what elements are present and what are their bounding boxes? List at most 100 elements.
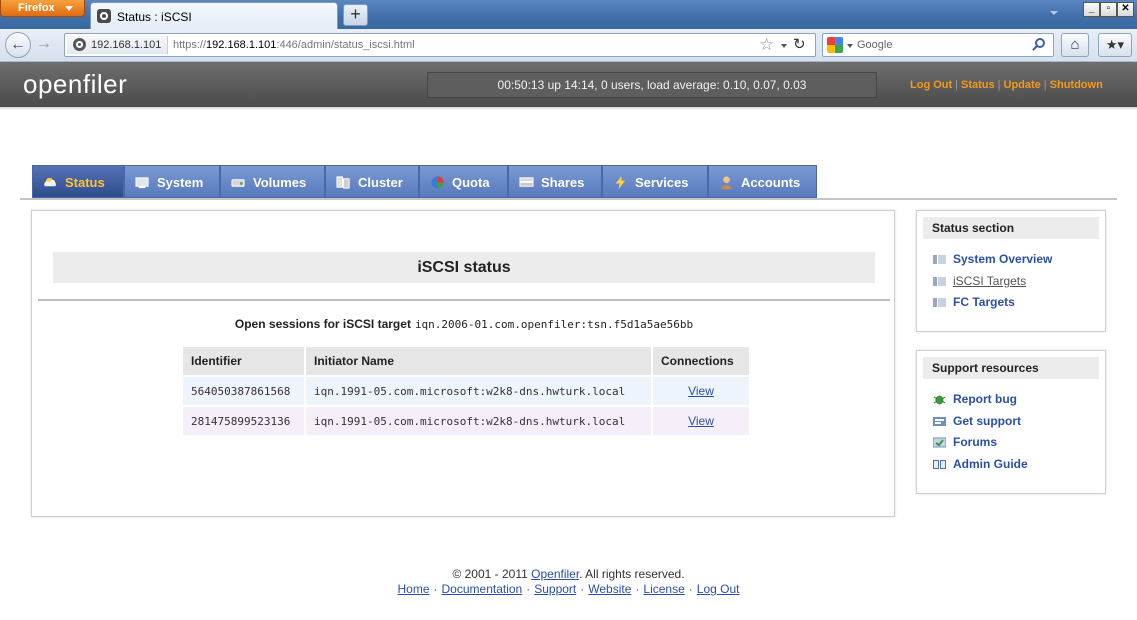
url-path: :446/admin/status_iscsi.html (276, 39, 415, 51)
tab-status[interactable]: Status (32, 165, 124, 198)
main-panel: iSCSI status Open sessions for iSCSI tar… (31, 210, 895, 517)
url-prefix: https:// (173, 39, 207, 51)
tab-accounts-label: Accounts (741, 175, 801, 190)
tab-system[interactable]: System (124, 165, 220, 198)
copyright-prefix: © 2001 - 2011 (452, 567, 528, 581)
url-host: 192.168.1.101 (206, 39, 277, 51)
forward-button[interactable]: → (32, 32, 56, 58)
browser-titlebar: Firefox Status : iSCSI + _ ▫ ✕ (0, 0, 1137, 29)
tab-shares[interactable]: Shares (508, 165, 602, 198)
separator: · (433, 582, 438, 596)
tab-cluster-label: Cluster (358, 175, 403, 190)
view-connections-link[interactable]: View (688, 384, 714, 398)
tab-quota[interactable]: Quota (419, 165, 508, 198)
column-header-connections: Connections (653, 347, 749, 375)
tab-divider (20, 198, 1117, 200)
separator: · (688, 582, 693, 596)
search-bar[interactable]: Google (822, 33, 1054, 57)
close-window-button[interactable]: ✕ (1117, 2, 1134, 17)
status-link[interactable]: Status (961, 79, 995, 91)
tab-cluster[interactable]: Cluster (325, 165, 419, 198)
footer-website-link[interactable]: Website (588, 582, 631, 596)
star-icon[interactable]: ☆ (759, 35, 774, 55)
sidebar-item-label: Report bug (953, 392, 1017, 406)
tab-list-arrow-icon[interactable] (1050, 11, 1058, 15)
bookmarks-button[interactable]: ★▾ (1098, 33, 1132, 57)
firefox-menu-button[interactable]: Firefox (0, 0, 85, 17)
initiator-cell: iqn.1991-05.com.microsoft:w2k8-dns.hwtur… (306, 407, 651, 435)
initiator-cell: iqn.1991-05.com.microsoft:w2k8-dns.hwtur… (306, 377, 651, 405)
tab-volumes-label: Volumes (253, 175, 307, 190)
book-icon (933, 460, 946, 469)
sessions-caption: Open sessions for iSCSI target iqn.2006-0… (32, 317, 896, 331)
back-button[interactable]: ← (5, 32, 31, 58)
shutdown-link[interactable]: Shutdown (1050, 79, 1103, 91)
status-icon (44, 177, 56, 187)
tab-services[interactable]: Services (602, 165, 708, 198)
footer-license-link[interactable]: License (643, 582, 684, 596)
restore-button[interactable]: ▫ (1100, 2, 1117, 17)
tab-accounts[interactable]: Accounts (708, 165, 817, 198)
separator: · (526, 582, 531, 596)
tab-status-label: Status (65, 175, 105, 190)
footer-documentation-link[interactable]: Documentation (442, 582, 523, 596)
connections-cell: View (653, 407, 749, 435)
google-engine-icon[interactable] (827, 37, 843, 53)
separator: · (580, 582, 585, 596)
openfiler-logo[interactable]: openfiler (23, 69, 127, 100)
site-identity-button[interactable]: 192.168.1.101 (67, 36, 169, 54)
column-header-initiator-name: Initiator Name (306, 347, 651, 375)
support-icon (933, 417, 946, 426)
connections-cell: View (653, 377, 749, 405)
new-tab-button[interactable]: + (343, 4, 368, 26)
support-resources-title: Support resources (923, 357, 1099, 379)
footer-support-link[interactable]: Support (534, 582, 576, 596)
header-links: Log Out | Status | Update | Shutdown (910, 79, 1103, 91)
home-icon: ⌂ (1070, 36, 1080, 53)
url-bar[interactable]: 192.168.1.101 https://192.168.1.101:446/… (64, 33, 816, 57)
home-button[interactable]: ⌂ (1061, 33, 1089, 57)
footer-logout-link[interactable]: Log Out (697, 582, 740, 596)
system-icon (135, 177, 149, 189)
url-history-dropdown-icon[interactable] (781, 44, 787, 48)
page-footer: © 2001 - 2011 Openfiler. All rights rese… (0, 567, 1137, 597)
separator: | (1043, 79, 1047, 91)
logout-link[interactable]: Log Out (910, 79, 952, 91)
table-row: 281475899523136 iqn.1991-05.com.microsof… (183, 407, 749, 435)
minimize-button[interactable]: _ (1083, 2, 1100, 17)
footer-links: Home · Documentation · Support · Website · Licen… (0, 582, 1137, 597)
reload-icon[interactable]: ↻ (793, 35, 806, 53)
target-name: iqn.2006-01.com.openfiler:tsn.f5d1a5ae56… (414, 318, 694, 331)
search-icon[interactable] (1035, 38, 1045, 48)
forward-icon: → (36, 35, 52, 52)
footer-home-link[interactable]: Home (398, 582, 430, 596)
openfiler-favicon-icon (97, 9, 111, 23)
sidebar-item-label: Admin Guide (953, 457, 1028, 471)
bookmarks-icon: ★▾ (1105, 37, 1125, 52)
sidebar-item-label: iSCSI Targets (953, 274, 1027, 288)
page-icon (933, 298, 946, 307)
search-engine-dropdown-icon[interactable] (847, 44, 853, 48)
tab-volumes[interactable]: Volumes (220, 165, 325, 198)
tab-quota-label: Quota (452, 175, 490, 190)
quota-icon (431, 176, 444, 189)
copyright-suffix: . All rights reserved. (579, 567, 685, 581)
tab-system-label: System (157, 175, 204, 190)
site-identity-icon (73, 38, 86, 51)
view-connections-link[interactable]: View (688, 414, 714, 428)
browser-tab[interactable]: Status : iSCSI (90, 2, 338, 29)
sidebar-item-label: System Overview (953, 252, 1053, 266)
openfiler-link[interactable]: Openfiler (531, 567, 579, 581)
update-link[interactable]: Update (1004, 79, 1041, 91)
search-input[interactable]: Google (857, 39, 892, 51)
chevron-down-icon (65, 6, 73, 11)
url-text[interactable]: https://192.168.1.101:446/admin/status_i… (173, 39, 415, 51)
header-shadow (0, 107, 1137, 110)
support-resources-box: Support resources Report bug Get support… (916, 350, 1106, 494)
sidebar-item-label: FC Targets (953, 295, 1015, 309)
firefox-menu-label: Firefox (18, 2, 55, 14)
status-section-title: Status section (923, 217, 1099, 239)
sidebar-item-label: Forums (953, 435, 998, 449)
identifier-cell: 281475899523136 (183, 407, 304, 435)
tab-shares-label: Shares (541, 175, 585, 190)
